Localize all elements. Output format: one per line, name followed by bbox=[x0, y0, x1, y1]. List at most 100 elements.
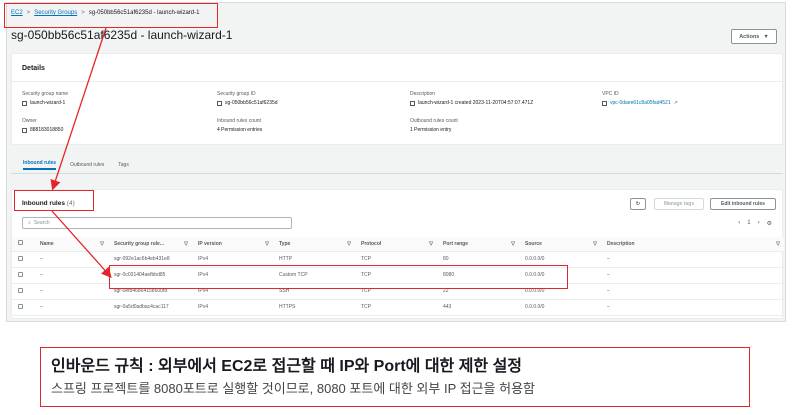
actions-label: Actions bbox=[739, 33, 760, 40]
table-cell: – bbox=[601, 299, 784, 316]
edit-inbound-rules-button[interactable]: Edit inbound rules bbox=[710, 198, 776, 210]
table-row[interactable]: – sgr-0a5d0adbac4cac117 IPv4 HTTPS TCP 443 0.0… bbox=[12, 299, 784, 316]
col-ip-version[interactable]: IP version ▽ bbox=[192, 237, 273, 252]
outbound-count-value: 1 Permission entry bbox=[410, 127, 452, 133]
table-cell: sgr-0ef846864158600fd bbox=[108, 283, 192, 300]
breadcrumb-current: sg-050bb56c51af6235d - launch-wizard-1 bbox=[88, 10, 200, 16]
col-protocol[interactable]: Protocol ▽ bbox=[355, 237, 437, 252]
inbound-rules-count: (4) bbox=[66, 200, 75, 207]
manage-tags-button[interactable]: Manage tags bbox=[654, 198, 704, 210]
annotation-line1: 인바운드 규칙 : 외부에서 EC2로 접근할 때 IP와 Port에 대한 제… bbox=[51, 358, 523, 375]
page-number[interactable]: 1 bbox=[747, 220, 750, 227]
sg-id-label: Security group ID bbox=[217, 91, 256, 97]
col-type[interactable]: Type ▽ bbox=[273, 237, 355, 252]
col-source[interactable]: Source ▽ bbox=[519, 237, 601, 252]
chevron-right-icon[interactable]: › bbox=[758, 220, 760, 227]
owner-label: Owner bbox=[22, 118, 37, 124]
table-cell: 443 bbox=[437, 299, 519, 316]
pagination: ‹ 1 › ⚙ bbox=[738, 220, 772, 227]
table-cell: 0.0.0.0/0 bbox=[519, 299, 601, 316]
table-cell: – bbox=[601, 283, 784, 300]
breadcrumb: EC2 > Security Groups > sg-050bb56c51af6… bbox=[11, 10, 199, 16]
table-cell: IPv4 bbox=[192, 267, 273, 284]
table-cell: 80 bbox=[437, 251, 519, 268]
annotation-line2: 스프링 프로젝트를 8080포트로 실행할 것이므로, 8080 포트에 대한 … bbox=[51, 381, 535, 396]
table-cell: HTTPS bbox=[273, 299, 355, 316]
table-cell: – bbox=[34, 267, 108, 284]
copy-icon[interactable] bbox=[410, 100, 415, 106]
screenshot-frame: EC2 > Security Groups > sg-050bb56c51af6… bbox=[6, 2, 786, 322]
table-cell: TCP bbox=[355, 251, 437, 268]
details-title: Details bbox=[22, 65, 45, 72]
vpc-id-label: VPC ID bbox=[602, 91, 619, 97]
tab-outbound-rules[interactable]: Outbound rules bbox=[70, 162, 104, 168]
external-link-icon: ↗ bbox=[673, 100, 678, 106]
inbound-count-value: 4 Permission entries bbox=[217, 127, 263, 133]
breadcrumb-security-groups[interactable]: Security Groups bbox=[34, 10, 77, 16]
description-value: launch-wizard-1 created 2023-11-20T04:57… bbox=[418, 100, 534, 106]
table-cell: Custom TCP bbox=[273, 267, 355, 284]
sg-name-field: Security group name launch-wizard-1 bbox=[22, 91, 68, 106]
vpc-id-link[interactable]: vpc-0daee61c8a05fad4521 bbox=[610, 100, 671, 106]
copy-icon[interactable] bbox=[217, 100, 222, 106]
table-cell: – bbox=[601, 251, 784, 268]
tab-inbound-rules[interactable]: Inbound rules bbox=[23, 160, 57, 170]
chevron-left-icon[interactable]: ‹ bbox=[738, 220, 740, 227]
table-cell: HTTP bbox=[273, 251, 355, 268]
table-cell: 8080 bbox=[437, 267, 519, 284]
table-cell: – bbox=[601, 267, 784, 284]
table-cell: sgr-092e1ac6b4eb431e8 bbox=[108, 251, 192, 268]
divider bbox=[12, 81, 782, 82]
inbound-rules-table: Name ▽ Security group rule... ▽ IP version… bbox=[12, 237, 784, 316]
settings-icon[interactable]: ⚙ bbox=[767, 220, 772, 227]
table-row[interactable]: – sgr-092e1ac6b4eb431e8 IPv4 HTTP TCP 80 0.0.0… bbox=[12, 251, 784, 268]
col-rule-id[interactable]: Security group rule... ▽ bbox=[108, 237, 192, 252]
table-cell: TCP bbox=[355, 267, 437, 284]
table-row[interactable]: – sgr-0ef846864158600fd IPv4 SSH TCP 22 0.0.0.… bbox=[12, 283, 784, 300]
actions-button[interactable]: Actions ▼ bbox=[731, 29, 777, 44]
search-icon: ⌕ bbox=[28, 220, 31, 226]
table-cell: 0.0.0.0/0 bbox=[519, 251, 601, 268]
sg-name-label: Security group name bbox=[22, 91, 69, 97]
table-cell: – bbox=[34, 299, 108, 316]
select-all-checkbox[interactable] bbox=[12, 237, 34, 252]
copy-icon[interactable] bbox=[602, 100, 607, 106]
outbound-count-label: Outbound rules count bbox=[410, 118, 458, 124]
inbound-count-field: Inbound rules count 4 Permission entries bbox=[217, 118, 262, 133]
row-checkbox[interactable] bbox=[12, 299, 34, 316]
copy-icon[interactable] bbox=[22, 100, 27, 106]
col-port-range[interactable]: Port range ▽ bbox=[437, 237, 519, 252]
table-cell: – bbox=[34, 251, 108, 268]
col-description[interactable]: Description ▽ bbox=[601, 237, 784, 252]
divider bbox=[11, 173, 783, 174]
row-checkbox[interactable] bbox=[12, 267, 34, 284]
refresh-button[interactable]: ↻ bbox=[630, 198, 646, 210]
description-field: Description launch-wizard-1 created 2023… bbox=[410, 91, 533, 106]
inbound-count-label: Inbound rules count bbox=[217, 118, 261, 124]
table-row[interactable]: – sgr-0c031404aefbbd85 IPv4 Custom TCP TCP 80… bbox=[12, 267, 784, 284]
table-cell: IPv4 bbox=[192, 299, 273, 316]
inbound-rules-title: Inbound rules (4) bbox=[22, 200, 75, 207]
outbound-count-field: Outbound rules count 1 Permission entry bbox=[410, 118, 458, 133]
caret-down-icon: ▼ bbox=[763, 33, 769, 40]
table-cell: sgr-0a5d0adbac4cac117 bbox=[108, 299, 192, 316]
tab-tags[interactable]: Tags bbox=[118, 162, 129, 168]
vpc-id-field: VPC ID vpc-0daee61c8a05fad4521 ↗ bbox=[602, 91, 678, 106]
table-header-row: Name ▽ Security group rule... ▽ IP version… bbox=[12, 237, 784, 252]
search-input[interactable]: ⌕ Search bbox=[22, 217, 292, 229]
table-cell: 0.0.0.0/0 bbox=[519, 283, 601, 300]
refresh-icon: ↻ bbox=[635, 201, 641, 207]
owner-value: 888183018850 bbox=[30, 127, 64, 133]
col-name[interactable]: Name ▽ bbox=[34, 237, 108, 252]
sg-id-value: sg-050bb56c51af6235d bbox=[225, 100, 278, 106]
sg-name-value: launch-wizard-1 bbox=[30, 100, 66, 106]
table-cell: IPv4 bbox=[192, 283, 273, 300]
table-cell: TCP bbox=[355, 283, 437, 300]
table-cell: SSH bbox=[273, 283, 355, 300]
copy-icon[interactable] bbox=[22, 127, 27, 133]
row-checkbox[interactable] bbox=[12, 251, 34, 268]
details-panel: Details Security group name launch-wizar… bbox=[11, 53, 783, 145]
breadcrumb-ec2[interactable]: EC2 bbox=[11, 10, 23, 16]
row-checkbox[interactable] bbox=[12, 283, 34, 300]
chevron-right-icon: > bbox=[26, 10, 31, 16]
